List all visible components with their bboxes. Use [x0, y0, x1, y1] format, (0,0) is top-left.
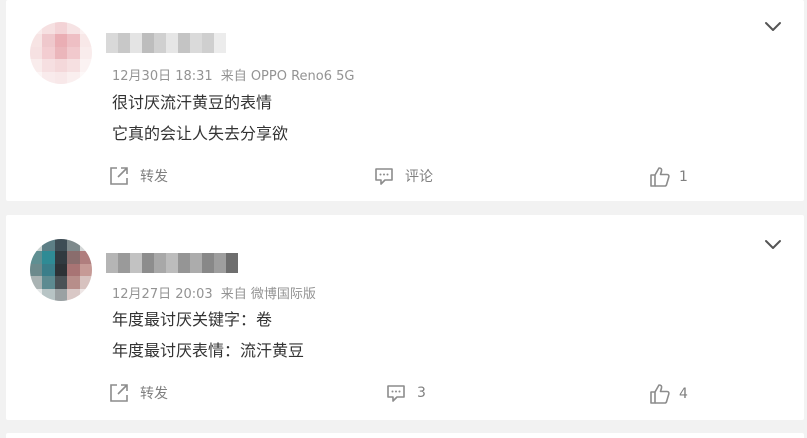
comment-card: 12月27日 20:03 来自 微博国际版 年度最讨厌关键字：卷 年度最讨厌表情：…	[6, 215, 804, 420]
comment-date: 12月27日 20:03	[112, 287, 213, 302]
repost-label: 转发	[140, 386, 168, 402]
username-blurred[interactable]	[106, 253, 238, 273]
repost-icon	[110, 384, 128, 402]
avatar[interactable]	[30, 22, 92, 84]
like-button[interactable]: 4	[649, 383, 688, 405]
repost-icon	[110, 167, 128, 185]
comment-card-partial	[6, 433, 804, 438]
avatar[interactable]	[30, 239, 92, 301]
comment-count: 3	[417, 385, 426, 401]
comment-meta: 12月30日 18:31 来自 OPPO Reno6 5G	[112, 65, 354, 84]
comment-icon	[387, 385, 405, 402]
comment-source: 来自 OPPO Reno6 5G	[220, 69, 355, 84]
comment-button[interactable]: 3	[385, 382, 426, 404]
like-button[interactable]: 1	[649, 166, 688, 188]
comment-date: 12月30日 18:31	[112, 69, 213, 84]
repost-button[interactable]: 转发	[108, 165, 168, 187]
thumbs-up-icon	[650, 384, 670, 404]
comment-icon	[375, 168, 393, 185]
comment-text-line: 年度最讨厌表情：流汗黄豆	[112, 341, 305, 360]
like-count: 4	[679, 386, 688, 402]
chevron-down-icon[interactable]	[764, 20, 782, 32]
thumbs-up-icon	[650, 167, 670, 187]
comment-text-line: 很讨厌流汗黄豆的表情	[112, 93, 273, 112]
username-blurred[interactable]	[106, 33, 226, 53]
comment-text-line: 年度最讨厌关键字：卷	[112, 310, 273, 329]
comment-source: 来自 微博国际版	[220, 287, 316, 302]
chevron-down-icon[interactable]	[764, 238, 782, 250]
comment-text-line: 它真的会让人失去分享欲	[112, 124, 289, 143]
comment-card: 12月30日 18:31 来自 OPPO Reno6 5G 很讨厌流汗黄豆的表情 …	[6, 0, 804, 201]
comment-meta: 12月27日 20:03 来自 微博国际版	[112, 283, 316, 302]
like-count: 1	[679, 169, 688, 185]
repost-label: 转发	[140, 169, 168, 185]
comment-label: 评论	[405, 169, 433, 185]
repost-button[interactable]: 转发	[108, 382, 168, 404]
comment-button[interactable]: 评论	[373, 165, 433, 187]
